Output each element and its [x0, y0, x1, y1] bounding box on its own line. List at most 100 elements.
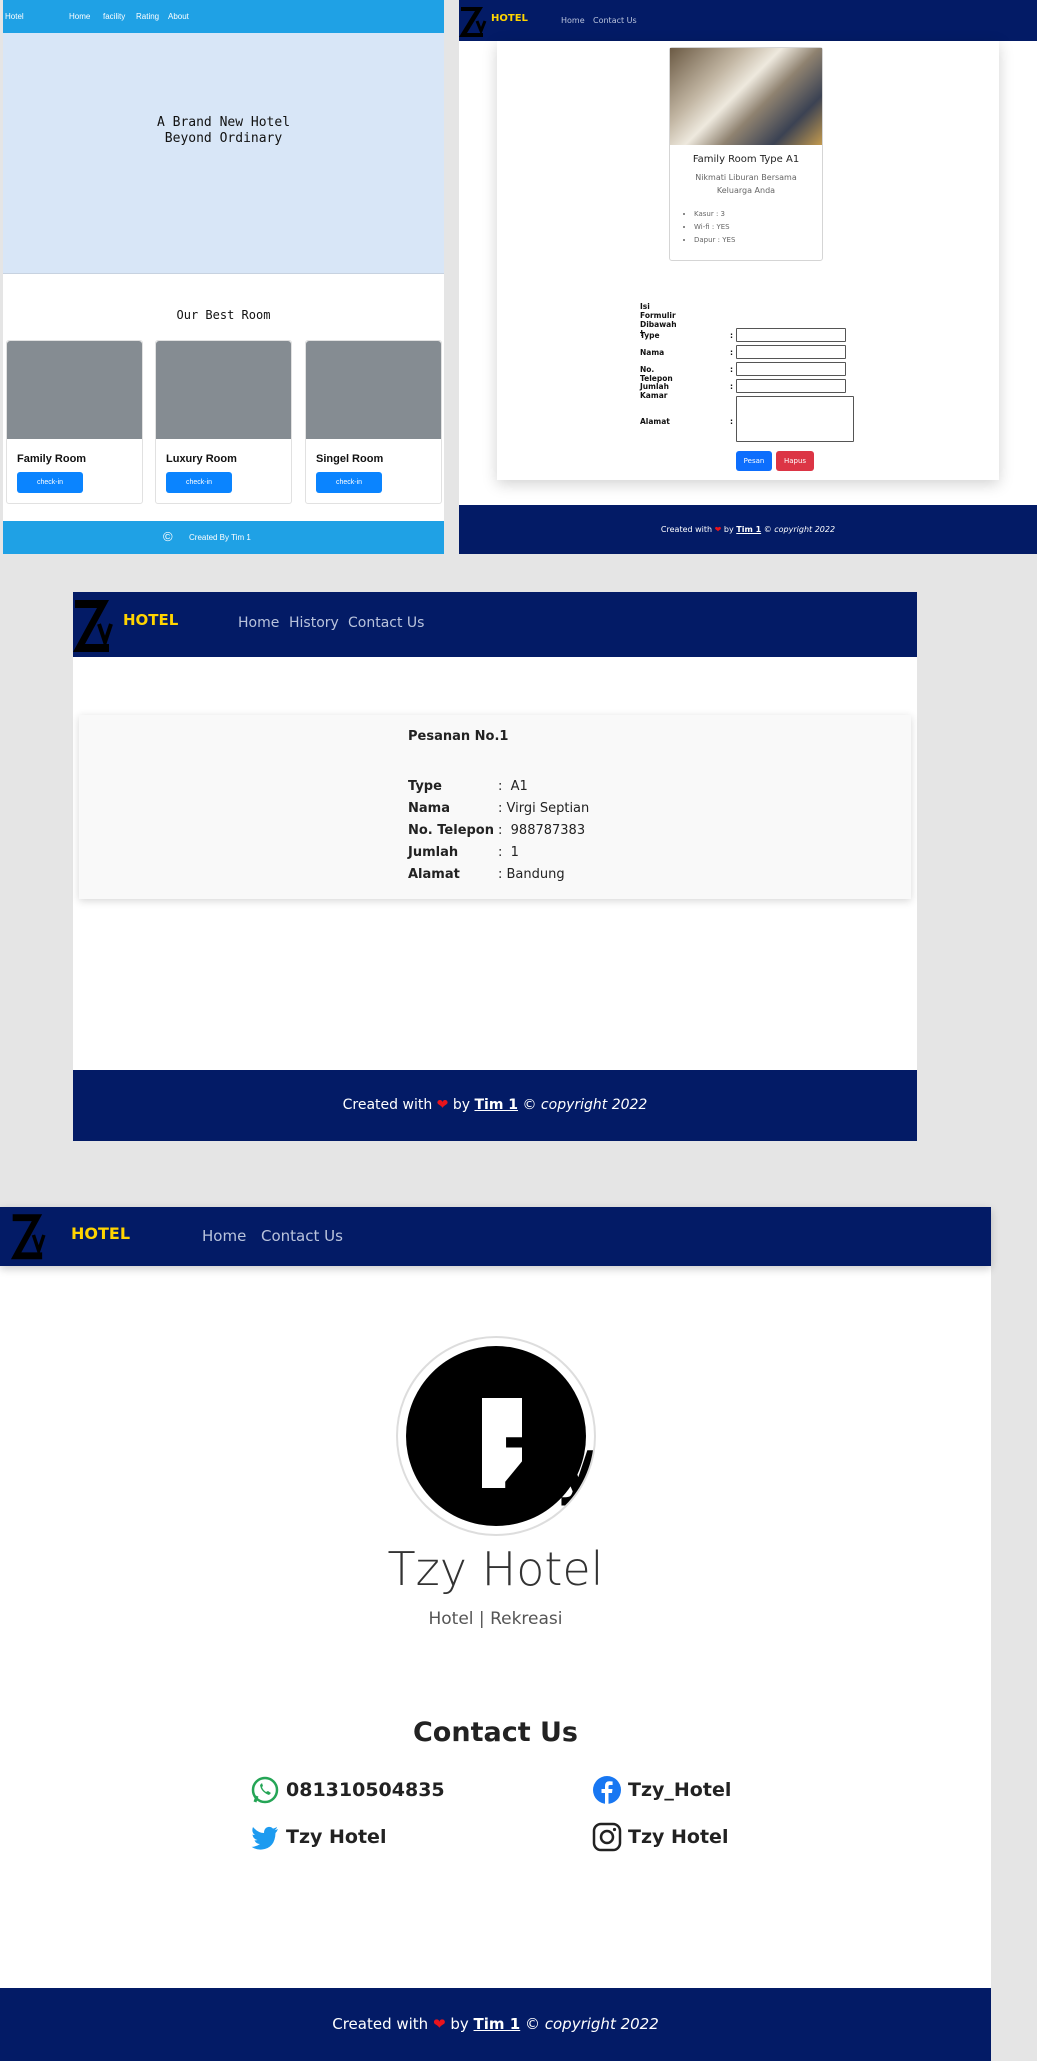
nama-input[interactable] [736, 345, 846, 359]
hero-banner: A Brand New Hotel Beyond Ordinary [3, 33, 444, 274]
feature-item: Dapur : YES [694, 234, 735, 247]
room-name: Singel Room [316, 453, 384, 465]
room-card-family: Family Room check-in [6, 340, 143, 504]
whatsapp-icon [251, 1776, 279, 1804]
nav-contact-us[interactable]: Contact Us [261, 1227, 343, 1245]
brand-text[interactable]: HOTEL [71, 1224, 130, 1243]
brand-text[interactable]: HOTEL [491, 13, 528, 24]
telepon-input[interactable] [736, 362, 846, 376]
order-row: Jumlah: 1 [408, 842, 589, 864]
feature-item: Kasur : 3 [694, 208, 735, 221]
footer-by: by [452, 1097, 471, 1113]
label-nama: Nama [640, 348, 665, 357]
booking-form-page: HOTEL Home Contact Us Family Room Type A… [459, 0, 1037, 554]
copyright-text: © copyright 2022 [524, 2015, 659, 2033]
facebook-contact[interactable]: Tzy_Hotel [592, 1775, 731, 1805]
room-image-placeholder [156, 341, 291, 439]
footer: © Created By Tim 1 [3, 521, 444, 554]
jumlah-kamar-input[interactable] [736, 379, 846, 393]
heart-icon: ❤ [432, 2015, 446, 2033]
check-in-button[interactable]: check-in [166, 472, 232, 493]
hotel-logo-icon[interactable] [73, 594, 117, 658]
booking-container: Family Room Type A1 Nikmati Liburan Bers… [497, 41, 999, 480]
row-value: A1 [510, 779, 528, 794]
team-link[interactable]: Tim 1 [474, 1097, 518, 1113]
hotel-logo-icon[interactable] [459, 3, 489, 41]
room-name: Family Room [17, 453, 87, 465]
label-alamat: Alamat [640, 417, 670, 426]
brand-link[interactable]: Hotel [5, 12, 24, 21]
twitter-contact[interactable]: Tzy Hotel [250, 1822, 386, 1852]
contact-title: Contact Us [412, 1717, 579, 1748]
order-row: Alamat: Bandung [408, 864, 589, 886]
footer: Created with ❤ by Tim 1 © copyright 2022 [0, 1988, 991, 2061]
copyright-icon: © [163, 529, 173, 544]
footer-by: by [450, 2015, 469, 2033]
room-detail-card: Family Room Type A1 Nikmati Liburan Bers… [669, 47, 823, 261]
hotel-logo-icon[interactable] [8, 1209, 52, 1265]
alamat-textarea[interactable] [736, 396, 854, 442]
nav-home[interactable]: Home [561, 16, 585, 25]
nav-home[interactable]: Home [202, 1227, 246, 1245]
room-title: Family Room Type A1 [692, 154, 800, 165]
nav-about[interactable]: About [168, 12, 189, 21]
top-navbar: Hotel Home facility Rating About [3, 0, 444, 33]
brand-text[interactable]: HOTEL [123, 611, 178, 629]
row-label: Nama [408, 801, 450, 816]
label-type: Type [640, 331, 660, 340]
nav-contact-us[interactable]: Contact Us [593, 16, 637, 25]
type-input[interactable] [736, 328, 846, 342]
label-telepon: No. Telepon [640, 365, 673, 383]
order-history-page: HOTEL Home History Contact Us Pesanan No… [73, 592, 917, 1141]
logo-letters: Zy [502, 1423, 594, 1507]
hotel-name: Tzy Hotel [387, 1542, 604, 1596]
nav-home[interactable]: Home [69, 12, 90, 21]
facebook-handle: Tzy_Hotel [628, 1779, 732, 1801]
nav-contact-us[interactable]: Contact Us [348, 615, 424, 631]
heart-icon: ❤ [436, 1097, 449, 1113]
footer-prefix: Created with [660, 525, 713, 534]
instagram-contact[interactable]: Tzy Hotel [592, 1822, 728, 1852]
nav-rating[interactable]: Rating [136, 12, 159, 21]
contact-page: HOTEL Home Contact Us Zy Tzy Hotel Hotel… [0, 1207, 991, 2061]
row-value: 988787383 [510, 823, 586, 838]
order-row: Type: A1 [408, 776, 589, 798]
row-value: Bandung [506, 867, 565, 882]
pesan-button[interactable]: Pesan [736, 451, 772, 471]
team-link[interactable]: Tim 1 [736, 525, 761, 534]
check-in-button[interactable]: check-in [17, 472, 83, 493]
nav-facility[interactable]: facility [103, 12, 125, 21]
nav-home[interactable]: Home [238, 615, 279, 631]
footer: Created with ❤ by Tim 1 © copyright 2022 [459, 505, 1037, 554]
hapus-button[interactable]: Hapus [776, 451, 814, 471]
top-navbar: HOTEL Home Contact Us [0, 1207, 991, 1266]
room-image-placeholder [306, 341, 441, 439]
room-name: Luxury Room [166, 453, 237, 465]
nav-history[interactable]: History [289, 615, 339, 631]
footer: Created with ❤ by Tim 1 © copyright 2022 [73, 1070, 917, 1141]
room-subtitle: Nikmati Liburan Bersama Keluarga Anda [695, 173, 797, 195]
facebook-icon [593, 1776, 621, 1804]
heart-icon: ❤ [714, 525, 722, 534]
hotel-landing-page: Hotel Home facility Rating About A Brand… [3, 0, 444, 554]
top-navbar: HOTEL Home History Contact Us [73, 592, 917, 657]
room-image-placeholder [7, 341, 142, 439]
row-label: No. Telepon [408, 823, 494, 838]
order-details: Type: A1 Nama: Virgi Septian No. Telepon… [408, 776, 589, 886]
footer-prefix: Created with [342, 1097, 433, 1113]
label-jumlah-kamar: Jumlah Kamar [640, 382, 669, 400]
room-card-single: Singel Room check-in [305, 340, 442, 504]
row-label: Type [408, 779, 442, 794]
order-card: Pesanan No.1 Type: A1 Nama: Virgi Septia… [79, 715, 911, 899]
row-value: Virgi Septian [506, 801, 590, 816]
copyright-text: © copyright 2022 [522, 1097, 648, 1113]
check-in-button[interactable]: check-in [316, 472, 382, 493]
whatsapp-contact[interactable]: 081310504835 [250, 1775, 445, 1805]
twitter-handle: Tzy Hotel [286, 1826, 387, 1848]
team-link[interactable]: Tim 1 [474, 2015, 521, 2033]
instagram-handle: Tzy Hotel [628, 1826, 729, 1848]
row-label: Jumlah [408, 845, 459, 860]
copyright-text: © copyright 2022 [763, 525, 836, 534]
row-label: Alamat [408, 867, 460, 882]
order-row: Nama: Virgi Septian [408, 798, 589, 820]
